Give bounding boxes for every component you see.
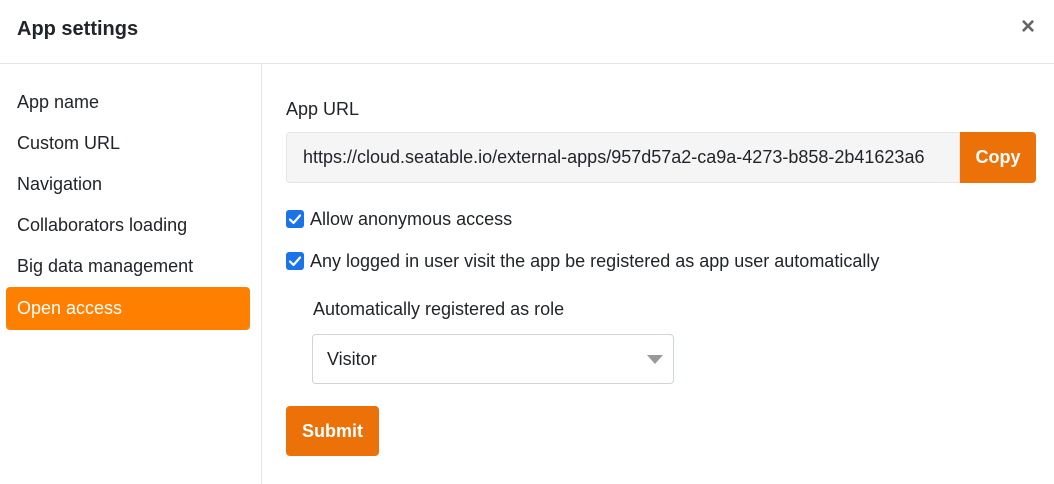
dialog-header: App settings × xyxy=(0,0,1054,64)
allow-anonymous-checkbox[interactable] xyxy=(286,210,304,228)
role-select[interactable]: Visitor xyxy=(312,334,674,384)
submit-button[interactable]: Submit xyxy=(286,406,379,456)
sidebar-item-collaborators-loading[interactable]: Collaborators loading xyxy=(6,206,250,244)
dialog-title: App settings xyxy=(17,18,139,40)
auto-register-label: Any logged in user visit the app be regi… xyxy=(310,251,880,271)
app-url-label: App URL xyxy=(286,99,360,119)
sidebar-item-open-access[interactable]: Open access xyxy=(6,287,250,330)
app-url-field[interactable]: https://cloud.seatable.io/external-apps/… xyxy=(286,132,960,183)
role-label: Automatically registered as role xyxy=(313,299,565,319)
sidebar-item-app-name[interactable]: App name xyxy=(6,83,250,121)
check-icon xyxy=(288,214,302,225)
sidebar-item-big-data-management[interactable]: Big data management xyxy=(6,247,250,285)
settings-sidebar: App name Custom URL Navigation Collabora… xyxy=(0,64,262,484)
close-icon[interactable]: × xyxy=(1018,14,1038,40)
copy-button[interactable]: Copy xyxy=(960,132,1036,183)
check-icon xyxy=(288,256,302,267)
role-select-value: Visitor xyxy=(327,349,377,369)
chevron-down-icon xyxy=(647,355,663,364)
sidebar-item-custom-url[interactable]: Custom URL xyxy=(6,124,250,162)
app-settings-dialog: App settings × App name Custom URL Navig… xyxy=(0,0,1054,484)
allow-anonymous-label: Allow anonymous access xyxy=(310,209,513,229)
settings-main-panel: App URL https://cloud.seatable.io/extern… xyxy=(262,64,1054,484)
sidebar-item-navigation[interactable]: Navigation xyxy=(6,165,250,203)
auto-register-checkbox[interactable] xyxy=(286,252,304,270)
